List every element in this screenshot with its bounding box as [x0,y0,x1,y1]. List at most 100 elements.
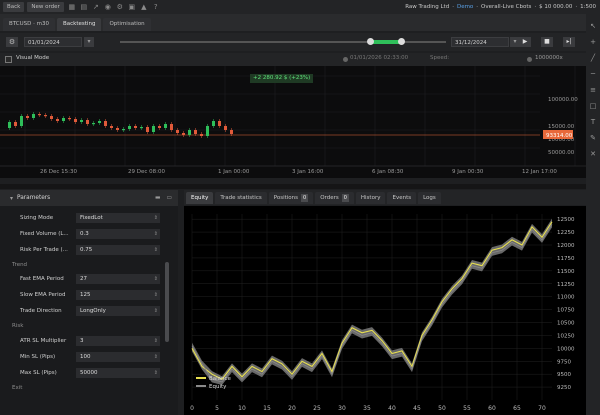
robot-icon[interactable]: ◉ [104,3,112,11]
tab-symbol[interactable]: BTCUSD · m30 [3,18,56,31]
visual-mode-label: Visual Mode [16,55,50,61]
tab-events[interactable]: Events [387,191,417,204]
equity-chart-svg: 0 5 10 15 20 25 30 35 40 45 50 55 60 65 70 9250 9500 9750… [190,214,575,412]
save-icon[interactable]: ▬ [155,195,160,201]
spinner-icon[interactable]: ⇕ [154,352,158,362]
alert-icon[interactable]: ▲ [140,3,148,11]
play-button[interactable]: ▶ [519,37,531,47]
back-button[interactable]: Back [3,2,25,12]
parameters-scrollbar[interactable] [165,262,169,342]
x-tick-label: 30 [338,405,346,412]
equity-chart[interactable]: 0 5 10 15 20 25 30 35 40 45 50 55 60 65 70 9250 9500 9750… [184,206,586,415]
tab-equity[interactable]: Equity [186,191,214,204]
count-badge: 0 [301,193,309,202]
spinner-icon[interactable]: ⇕ [154,274,158,284]
y-tick-label: 11750 [557,256,575,262]
folder-icon[interactable]: ▭ [167,195,172,201]
tab-positions[interactable]: Positions 0 [268,191,314,204]
stop-button[interactable]: ■ [541,37,553,47]
parameter-value-field[interactable]: 100 ⇕ [76,352,160,362]
y-tick-label: 11250 [557,282,575,288]
parameter-label: Max SL (Pips) [20,370,57,376]
chevron-down-icon[interactable]: ▾ [10,195,13,202]
account-name: Overall-Live Cbots [481,4,532,10]
step-button[interactable]: ▸| [563,37,575,47]
gear-icon[interactable]: ⚙ [6,37,18,47]
x-tick-label: 20 [288,405,296,412]
parameter-row: Max SL (Pips) 50000 ⇕ [0,367,164,380]
horizontal-line-icon[interactable]: ─ [589,70,597,78]
spinner-icon[interactable]: ⇕ [154,290,158,300]
line-icon[interactable]: ╱ [589,54,597,62]
visual-mode-checkbox[interactable] [5,56,12,63]
y-tick-label: 12250 [557,230,575,236]
date-range-selection [370,40,400,44]
parameter-value-field[interactable]: 3 ⇕ [76,336,160,346]
account-info[interactable]: Raw Trading Ltd · Demo · Overall-Live Cb… [405,4,600,10]
speed-label: Speed: [430,55,450,61]
price-tick-label: 50000.00 [548,150,575,156]
parameter-value-field[interactable]: 0.75 ⇕ [76,245,160,255]
text-icon[interactable]: T [589,118,597,126]
parameter-value-field[interactable]: 27 ⇕ [76,274,160,284]
trash-icon[interactable]: ✕ [589,150,597,158]
parameter-value-field[interactable]: 0.3 ⇕ [76,229,160,239]
tab-orders[interactable]: Orders 0 [315,191,354,204]
tab-logs[interactable]: Logs [418,191,441,204]
account-balance: $ 10 000.00 [539,4,573,10]
parameter-value-field[interactable]: LongOnly ⇕ [76,306,160,316]
parameter-label: Trade Direction [20,308,62,314]
tab-label: Orders [320,194,339,201]
time-tick-label: 26 Dec 15:30 [40,169,77,175]
spinner-icon[interactable]: ⇕ [154,336,158,346]
count-badge: 0 [341,193,349,202]
spinner-icon[interactable]: ⇕ [154,229,158,239]
account-leverage: 1:500 [580,4,596,10]
range-end-handle[interactable] [398,38,405,45]
tab-trade-statistics[interactable]: Trade statistics [215,191,267,204]
spinner-icon[interactable]: ⇕ [154,213,158,223]
parameter-value-field[interactable]: FixedLot ⇕ [76,213,160,223]
parameter-value-field[interactable]: 50000 ⇕ [76,368,160,378]
tab-label: Logs [423,194,436,201]
start-date-field[interactable]: 01/01/2024 [24,37,82,47]
time-tick-label: 6 Jan 08:30 [372,169,404,175]
y-tick-label: 10000 [557,346,575,352]
parameter-value-field[interactable]: 125 ⇕ [76,290,160,300]
end-date-field[interactable]: 31/12/2024 [451,37,509,47]
spinner-icon[interactable]: ⇕ [154,306,158,316]
section-header: Risk [12,323,24,329]
y-tick-label: 10250 [557,333,575,339]
speed-dot-icon[interactable] [527,57,532,62]
panel-divider[interactable] [0,184,586,189]
x-tick-label: 15 [263,405,271,412]
spinner-icon[interactable]: ⇕ [154,245,158,255]
tab-backtesting[interactable]: Backtesting [57,18,102,31]
tab-label: Events [392,194,412,201]
x-tick-label: 55 [463,405,471,412]
spinner-icon[interactable]: ⇕ [154,368,158,378]
new-order-button[interactable]: New order [27,2,64,12]
drawing-toolbar: ↖ + ╱ ─ ≡ □ T ✎ ✕ [586,14,600,415]
legend-label: Equity [209,384,227,390]
grid-icon[interactable]: ▣ [128,3,136,11]
rectangle-icon[interactable]: □ [589,102,597,110]
channel-icon[interactable]: ≡ [589,86,597,94]
settings-icon[interactable]: ⚙ [116,3,124,11]
tab-label: Equity [191,194,209,201]
calendar-icon[interactable]: ▾ [84,37,94,47]
x-tick-label: 60 [488,405,496,412]
x-tick-label: 70 [538,405,546,412]
tab-optimisation[interactable]: Optimisation [103,18,151,31]
crosshair-icon[interactable]: + [589,38,597,46]
y-tick-label: 10750 [557,308,575,314]
range-start-handle[interactable] [367,38,374,45]
parameter-row: Min SL (Pips) 100 ⇕ [0,351,164,364]
cursor-icon[interactable]: ↖ [589,22,597,30]
help-icon[interactable]: ? [152,3,160,11]
chart-icon[interactable]: ▦ [68,3,76,11]
pencil-icon[interactable]: ✎ [589,134,597,142]
tab-history[interactable]: History [355,191,386,204]
trend-icon[interactable]: ↗ [92,3,100,11]
layout-icon[interactable]: ▤ [80,3,88,11]
